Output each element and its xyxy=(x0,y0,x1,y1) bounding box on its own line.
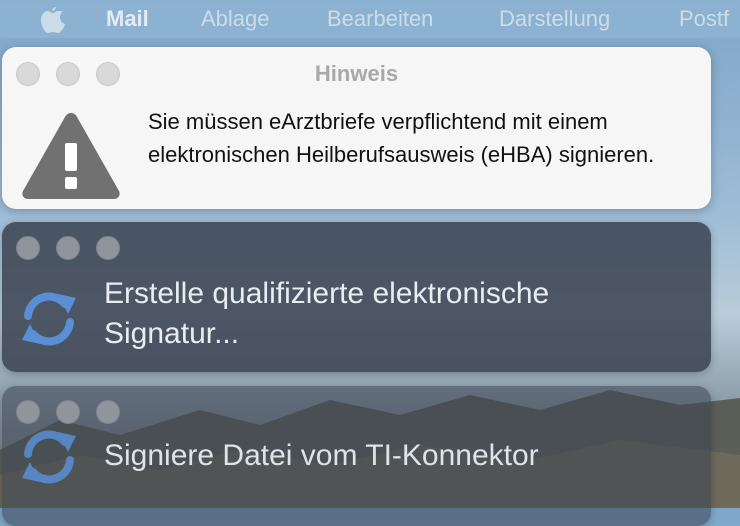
close-button[interactable] xyxy=(16,236,40,260)
minimize-button[interactable] xyxy=(56,400,80,424)
progress-text: Erstelle qualifizierte elektronische Sig… xyxy=(104,277,550,350)
warning-icon xyxy=(22,113,120,199)
alert-title: Hinweis xyxy=(314,61,399,86)
zoom-button[interactable] xyxy=(96,400,120,424)
alert-window: Hinweis Sie müssen eArztbriefe verpflich… xyxy=(2,47,711,209)
menu-bar: Mail Ablage Bearbeiten Darstellung Postf xyxy=(0,0,740,38)
progress-text: Signiere Datei vom TI-Konnektor xyxy=(104,439,539,472)
sync-icon xyxy=(22,292,76,346)
apple-logo-icon[interactable] xyxy=(38,6,68,34)
window-controls xyxy=(16,400,120,424)
progress-window-connector: Signiere Datei vom TI-Konnektor xyxy=(2,386,711,526)
alert-message: Sie müssen eArztbriefe verpflichtend mit… xyxy=(148,109,655,167)
progress-window-signature: Erstelle qualifizierte elektronische Sig… xyxy=(2,222,711,372)
menu-postfach[interactable]: Postf xyxy=(679,6,729,32)
minimize-button[interactable] xyxy=(56,236,80,260)
close-button[interactable] xyxy=(16,400,40,424)
menu-app-mail[interactable]: Mail xyxy=(106,6,149,32)
menu-bearbeiten[interactable]: Bearbeiten xyxy=(327,6,433,32)
sync-icon xyxy=(22,430,76,484)
menu-ablage[interactable]: Ablage xyxy=(201,6,270,32)
window-controls xyxy=(16,236,120,260)
zoom-button[interactable] xyxy=(96,236,120,260)
menu-darstellung[interactable]: Darstellung xyxy=(499,6,610,32)
